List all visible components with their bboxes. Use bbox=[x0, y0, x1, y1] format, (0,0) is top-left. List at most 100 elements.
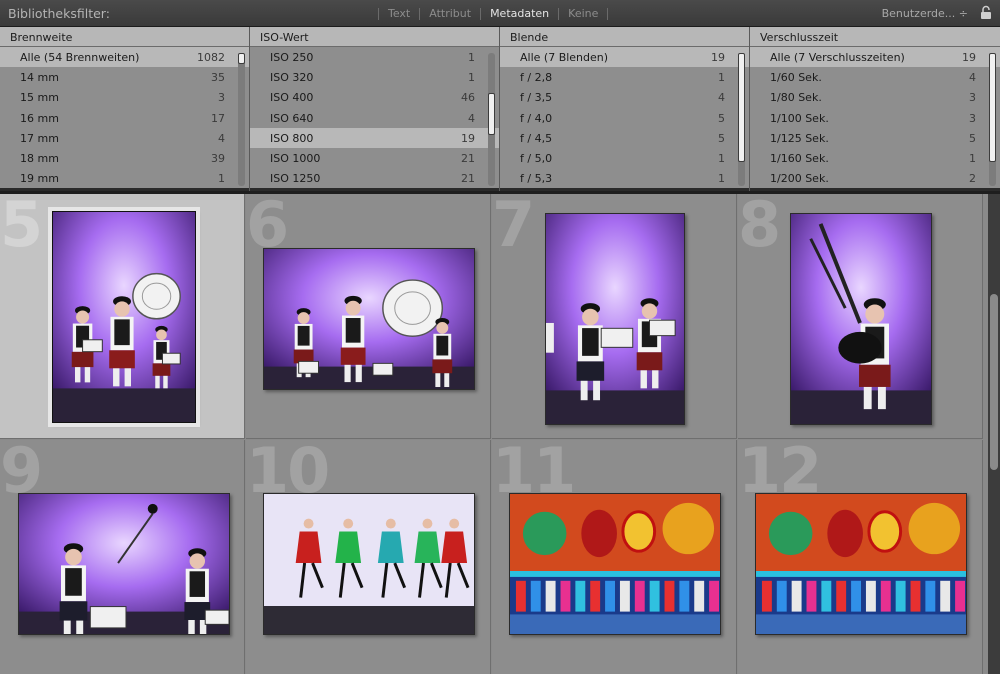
list-item[interactable]: f / 3,5 4 bbox=[500, 88, 749, 108]
list-item[interactable]: 19 mm 1 bbox=[0, 169, 249, 189]
list-item[interactable]: 18 mm 39 bbox=[0, 148, 249, 168]
list-item-label: ISO 640 bbox=[270, 111, 314, 125]
divider bbox=[480, 7, 482, 20]
cell-index-number: 7 bbox=[492, 194, 535, 261]
list-item[interactable]: ISO 1000 21 bbox=[250, 148, 499, 168]
tab-metadata[interactable]: Metadaten bbox=[487, 7, 552, 20]
photo-thumbnail[interactable] bbox=[790, 213, 932, 425]
photo-thumbnail[interactable] bbox=[48, 207, 200, 427]
list-item[interactable]: f / 2,8 1 bbox=[500, 67, 749, 87]
list-item[interactable]: ISO 400 46 bbox=[250, 88, 499, 108]
grid-cell[interactable]: 7 bbox=[492, 194, 737, 439]
list-item[interactable]: Alle (7 Blenden) 19 bbox=[500, 47, 749, 68]
list-item[interactable]: ISO 640 4 bbox=[250, 108, 499, 128]
column-header[interactable]: Verschlusszeit bbox=[750, 27, 1000, 47]
list-item-count: 1 bbox=[718, 152, 725, 166]
grid-scrollbar[interactable] bbox=[988, 194, 1000, 674]
grid-cell[interactable]: 6 bbox=[246, 194, 491, 439]
list-item[interactable]: f / 5,0 1 bbox=[500, 148, 749, 168]
list-item-count: 39 bbox=[211, 152, 225, 166]
list-item[interactable]: 1/100 Sek. 3 bbox=[750, 108, 1000, 128]
divider bbox=[607, 7, 609, 20]
column-header[interactable]: Brennweite bbox=[0, 27, 249, 47]
list-item-count: 4 bbox=[468, 111, 475, 125]
column-iso: ISO-Wert ISO 250 1 ISO 320 1 ISO 400 46 ISO 640… bbox=[250, 27, 500, 191]
list-item-label: f / 4,0 bbox=[520, 111, 553, 125]
column-scrollbar[interactable] bbox=[738, 53, 745, 186]
filter-mode-tabs: Text Attribut Metadaten Keine bbox=[372, 7, 614, 20]
list-item-count: 46 bbox=[461, 91, 475, 105]
grid-cell[interactable]: 8 bbox=[738, 194, 983, 439]
list-item-count: 1 bbox=[718, 70, 725, 84]
list-item-label: Alle (54 Brennweiten) bbox=[20, 50, 140, 64]
photo-thumbnail[interactable] bbox=[263, 493, 475, 635]
lock-icon[interactable] bbox=[980, 5, 992, 20]
column-scrollbar-thumb[interactable] bbox=[738, 53, 745, 163]
column-scrollbar[interactable] bbox=[488, 53, 495, 186]
column-header[interactable]: Blende bbox=[500, 27, 749, 47]
list-item[interactable]: ISO 250 1 bbox=[250, 47, 499, 67]
grid-cell[interactable]: 11 bbox=[492, 440, 737, 674]
list-item-label: 17 mm bbox=[20, 131, 59, 145]
list-item[interactable]: f / 5,3 1 bbox=[500, 169, 749, 189]
list-item-count: 4 bbox=[218, 131, 225, 145]
list-item[interactable]: f / 4,5 5 bbox=[500, 128, 749, 148]
list-item-count: 5 bbox=[718, 111, 725, 125]
list-item[interactable]: ISO 800 19 bbox=[250, 128, 499, 149]
list-item-label: 1/100 Sek. bbox=[770, 111, 829, 125]
photo-thumbnail[interactable] bbox=[18, 493, 230, 635]
grid-cell[interactable]: 12 bbox=[738, 440, 983, 674]
list-item[interactable]: 1/60 Sek. 4 bbox=[750, 67, 1000, 87]
photo-thumbnail[interactable] bbox=[545, 213, 685, 425]
list-item[interactable]: Alle (7 Verschlusszeiten) 19 bbox=[750, 47, 1000, 68]
list-item-count: 5 bbox=[718, 131, 725, 145]
column-scrollbar-thumb[interactable] bbox=[989, 53, 996, 163]
list-item[interactable]: ISO 1250 21 bbox=[250, 169, 499, 189]
list-item[interactable]: f / 4,0 5 bbox=[500, 108, 749, 128]
column-header[interactable]: ISO-Wert bbox=[250, 27, 499, 47]
list-item-count: 19 bbox=[711, 50, 725, 64]
list-item[interactable]: 15 mm 3 bbox=[0, 88, 249, 108]
library-filter-title: Bibliotheksfilter: bbox=[8, 6, 110, 21]
list-item[interactable]: 17 mm 4 bbox=[0, 128, 249, 148]
list-item-label: ISO 400 bbox=[270, 91, 314, 105]
photo-thumbnail[interactable] bbox=[755, 493, 967, 635]
list-item[interactable]: 14 mm 35 bbox=[0, 67, 249, 87]
list-item-count: 4 bbox=[718, 91, 725, 105]
column-scrollbar-thumb[interactable] bbox=[238, 53, 245, 64]
list-item[interactable]: Alle (54 Brennweiten) 1082 bbox=[0, 47, 249, 68]
column-scrollbar[interactable] bbox=[238, 53, 245, 186]
list-item-count: 1082 bbox=[197, 50, 225, 64]
list-item-label: f / 3,5 bbox=[520, 91, 553, 105]
grid-cell[interactable]: 9 bbox=[0, 440, 245, 674]
filter-preset-dropdown[interactable]: Benutzerde... ÷ bbox=[882, 7, 968, 20]
list-item[interactable]: 1/200 Sek. 2 bbox=[750, 169, 1000, 189]
list-item[interactable]: 1/125 Sek. 5 bbox=[750, 128, 1000, 148]
list-item-count: 21 bbox=[461, 152, 475, 166]
list-item-label: ISO 320 bbox=[270, 70, 314, 84]
list-item-count: 3 bbox=[969, 91, 976, 105]
tab-none[interactable]: Keine bbox=[565, 7, 601, 20]
list-item-label: 15 mm bbox=[20, 91, 59, 105]
cell-index-number: 5 bbox=[0, 194, 43, 261]
list-item[interactable]: 1/160 Sek. 1 bbox=[750, 148, 1000, 168]
column-list: Alle (7 Blenden) 19 f / 2,8 1 f / 3,5 4 f / 4,… bbox=[500, 47, 749, 190]
column-scrollbar[interactable] bbox=[989, 53, 996, 186]
divider bbox=[378, 7, 379, 20]
photo-thumbnail[interactable] bbox=[509, 493, 721, 635]
list-item-count: 17 bbox=[211, 111, 225, 125]
column-scrollbar-thumb[interactable] bbox=[488, 92, 495, 136]
column-list: Alle (7 Verschlusszeiten) 19 1/60 Sek. 4 1/8… bbox=[750, 47, 1000, 190]
list-item[interactable]: ISO 320 1 bbox=[250, 67, 499, 87]
cell-index-number: 8 bbox=[738, 194, 781, 261]
grid-cell[interactable]: 10 bbox=[246, 440, 491, 674]
grid-cell[interactable]: 5 bbox=[0, 194, 245, 439]
list-item-label: 1/60 Sek. bbox=[770, 70, 822, 84]
list-item[interactable]: 1/80 Sek. 3 bbox=[750, 88, 1000, 108]
photo-thumbnail[interactable] bbox=[263, 248, 475, 390]
tab-text[interactable]: Text bbox=[385, 7, 413, 20]
grid-scrollbar-thumb[interactable] bbox=[990, 294, 998, 470]
column-shutter-speed: Verschlusszeit Alle (7 Verschlusszeiten) 1… bbox=[750, 27, 1000, 191]
tab-attribute[interactable]: Attribut bbox=[426, 7, 474, 20]
list-item[interactable]: 16 mm 17 bbox=[0, 108, 249, 128]
